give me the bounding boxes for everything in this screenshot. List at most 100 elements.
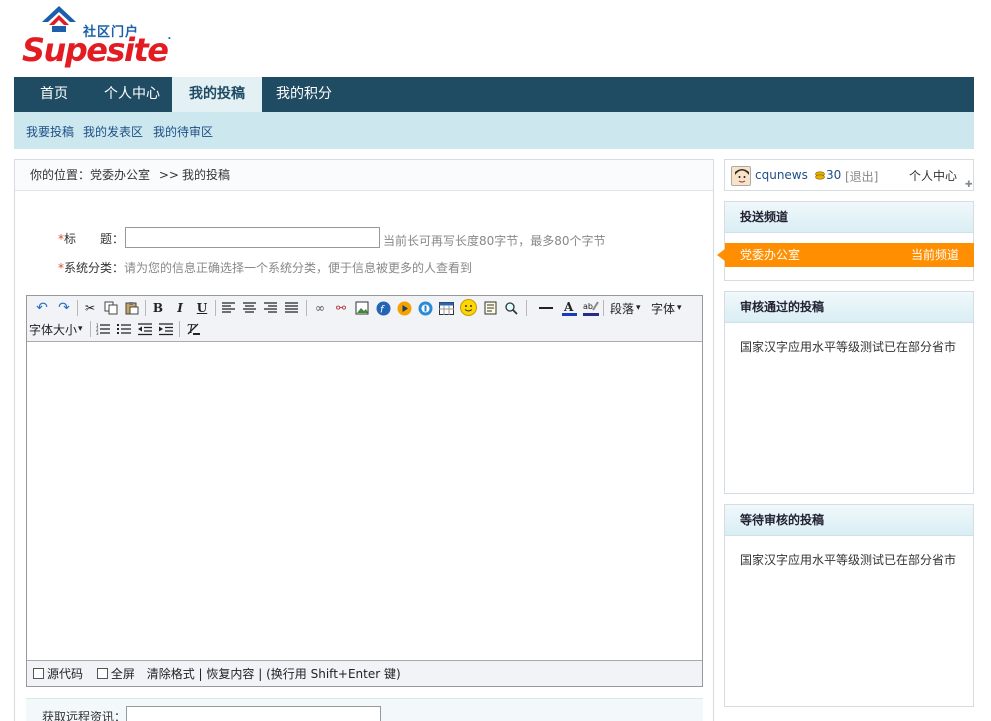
font-color-icon[interactable]: A xyxy=(560,299,578,317)
approved-list: 国家汉字应用水平等级测试已在部分省市 xyxy=(725,323,973,371)
font-size-dropdown[interactable]: 字体大小 ▾ xyxy=(29,320,83,338)
username-link[interactable]: cqunews xyxy=(755,168,808,182)
svg-text:3: 3 xyxy=(96,331,99,336)
pending-list: 国家汉字应用水平等级测试已在部分省市 xyxy=(725,536,973,584)
title-input[interactable] xyxy=(125,227,380,248)
restore-content-link[interactable]: 恢复内容 xyxy=(206,667,254,681)
unordered-list-icon[interactable] xyxy=(115,320,133,338)
breadcrumb-section[interactable]: 党委办公室 xyxy=(90,168,150,182)
personal-center-link[interactable]: 个人中心 xyxy=(909,167,957,184)
realplayer-icon[interactable] xyxy=(416,299,434,317)
breadcrumb-prefix: 你的位置： xyxy=(30,168,91,182)
outdent-icon[interactable] xyxy=(136,320,154,338)
underline-icon[interactable]: U xyxy=(193,299,211,317)
approved-panel-title: 审核通过的投稿 xyxy=(725,292,973,323)
nav-item-my-submissions[interactable]: 我的投稿 xyxy=(172,77,262,112)
channel-name: 党委办公室 xyxy=(740,248,801,262)
toolbar-separator xyxy=(179,321,180,337)
channel-current-tag: 当前频道 xyxy=(910,248,959,262)
footer-sep: | xyxy=(258,667,263,681)
approved-item[interactable]: 国家汉字应用水平等级测试已在部分省市 xyxy=(740,338,958,356)
align-center-icon[interactable] xyxy=(240,299,258,317)
footer-sep: | xyxy=(198,667,203,681)
redo-icon[interactable]: ↷ xyxy=(55,299,73,317)
remove-format-icon[interactable]: T xyxy=(184,320,202,338)
undo-icon[interactable]: ↶ xyxy=(33,299,51,317)
source-code-label: 源代码 xyxy=(47,667,84,681)
search-icon[interactable] xyxy=(502,299,520,317)
ordered-list-icon[interactable]: 123 xyxy=(94,320,112,338)
subnav-item-pending[interactable]: 我的待审区 xyxy=(153,123,213,140)
chevron-down-icon: ▾ xyxy=(78,324,83,334)
fullscreen-checkbox[interactable] xyxy=(96,668,108,679)
link-icon[interactable]: ∞ xyxy=(311,299,329,317)
bold-icon[interactable]: B xyxy=(149,299,167,317)
indent-icon[interactable] xyxy=(157,320,175,338)
paragraph-label: 段落 xyxy=(610,301,635,316)
svg-text:ab: ab xyxy=(583,302,593,311)
remote-fetch-row: 获取远程资讯： xyxy=(26,698,703,721)
channel-panel: 投送频道 党委办公室 当前频道 xyxy=(717,201,974,281)
pending-item[interactable]: 国家汉字应用水平等级测试已在部分省市 xyxy=(740,551,958,569)
copy-icon[interactable] xyxy=(102,299,120,317)
subnav-item-submit[interactable]: 我要投稿 xyxy=(26,123,74,140)
category-label: *系统分类：请为您的信息正确选择一个系统分类，便于信息被更多的人查看到 xyxy=(58,259,472,276)
font-size-label: 字体大小 xyxy=(29,322,78,337)
align-left-icon[interactable] xyxy=(219,299,237,317)
pending-panel-title: 等待审核的投稿 xyxy=(725,505,973,536)
remote-label: 获取远程资讯： xyxy=(42,710,127,721)
editor-toolbar: ↶ ↷ ✂ B I U ∞ ⚯ f A ab 段落 ▾ 字体 ▾ 字体大小 ▾ … xyxy=(27,296,702,342)
logout-link[interactable]: [退出] xyxy=(845,168,878,185)
media-icon[interactable] xyxy=(395,299,413,317)
fullscreen-label: 全屏 xyxy=(110,667,135,681)
toolbar-separator xyxy=(90,321,91,337)
newline-tip: (换行用 Shift+Enter 键) xyxy=(266,667,401,681)
table-icon[interactable] xyxy=(437,299,455,317)
title-label: *标 题： xyxy=(58,230,124,247)
toolbar-separator xyxy=(526,300,527,316)
horizontal-rule-icon[interactable] xyxy=(537,299,555,317)
channel-item-active[interactable]: 党委办公室 当前频道 xyxy=(717,243,974,267)
logo-brand-word: Supesite xyxy=(22,31,169,69)
logo-house-icon xyxy=(42,6,76,32)
credits-count: 30 xyxy=(826,168,842,182)
title-hint: 当前长可再写长度80字节，最多80个字节 xyxy=(383,234,606,248)
avatar[interactable] xyxy=(731,166,751,186)
flash-icon[interactable]: f xyxy=(374,299,392,317)
align-right-icon[interactable] xyxy=(261,299,279,317)
source-code-toggle[interactable]: 源代码 xyxy=(33,667,83,681)
nav-item-my-points[interactable]: 我的积分 xyxy=(266,77,342,112)
logo-brand-text: Supesite. xyxy=(22,31,172,69)
highlight-color-icon[interactable]: ab xyxy=(582,299,600,317)
svg-text:A: A xyxy=(563,300,574,314)
nav-item-personal-center[interactable]: 个人中心 xyxy=(94,77,170,112)
subnav-item-published[interactable]: 我的发表区 xyxy=(83,123,143,140)
title-label-text: 标 题： xyxy=(64,232,125,246)
sub-nav: 我要投稿 我的发表区 我的待审区 xyxy=(14,112,974,149)
image-icon[interactable] xyxy=(353,299,371,317)
font-dropdown[interactable]: 字体 ▾ xyxy=(651,299,682,317)
main-nav: 首页 个人中心 我的投稿 我的积分 xyxy=(14,77,974,112)
editor-footer: 源代码 全屏 清除格式 | 恢复内容 | (换行用 Shift+Enter 键) xyxy=(27,660,702,686)
paste-icon[interactable] xyxy=(123,299,141,317)
unlink-icon[interactable]: ⚯ xyxy=(332,299,350,317)
breadcrumb-sep: >> xyxy=(158,168,179,182)
fullscreen-toggle[interactable]: 全屏 xyxy=(96,667,135,681)
editor-content-area[interactable] xyxy=(27,342,702,661)
source-code-checkbox[interactable] xyxy=(33,668,44,679)
remote-url-input[interactable] xyxy=(126,706,381,721)
cut-icon[interactable]: ✂ xyxy=(81,299,99,317)
plus-icon[interactable]: ✚ xyxy=(965,180,973,190)
breadcrumb-page: 我的投稿 xyxy=(181,168,230,182)
paragraph-dropdown[interactable]: 段落 ▾ xyxy=(610,299,641,317)
pending-panel: 等待审核的投稿 国家汉字应用水平等级测试已在部分省市 xyxy=(724,504,974,707)
emoticon-icon[interactable] xyxy=(459,298,477,316)
align-justify-icon[interactable] xyxy=(282,299,300,317)
italic-icon[interactable]: I xyxy=(171,299,189,317)
nav-item-home[interactable]: 首页 xyxy=(26,77,82,112)
quote-icon[interactable] xyxy=(481,299,499,317)
rich-text-editor: ↶ ↷ ✂ B I U ∞ ⚯ f A ab 段落 ▾ 字体 ▾ 字体大小 ▾ … xyxy=(26,295,703,687)
site-logo[interactable]: 社区门户 Supesite. xyxy=(22,4,172,69)
category-label-text: 系统分类： xyxy=(64,261,125,275)
clear-format-link[interactable]: 清除格式 xyxy=(147,667,195,681)
